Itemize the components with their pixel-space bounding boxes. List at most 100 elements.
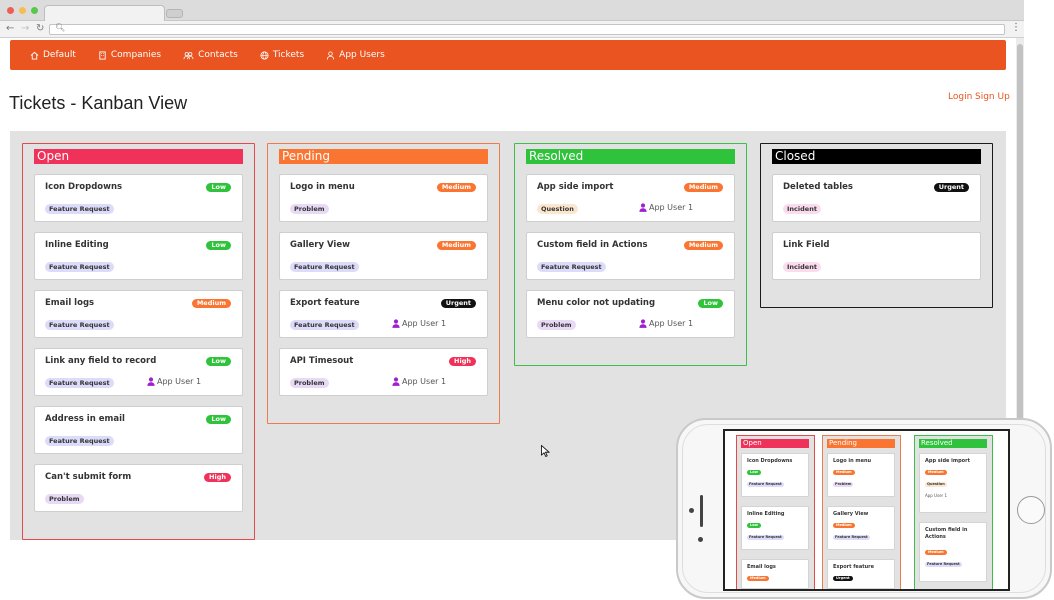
kanban-column-header: Open — [34, 149, 243, 164]
category-badge: Question — [537, 204, 578, 214]
phone-category-badge: Problem — [833, 482, 854, 487]
category-badge: Incident — [783, 204, 821, 214]
ticket-title: Gallery View — [290, 240, 350, 250]
category-badge: Feature Request — [290, 320, 359, 330]
user-icon — [327, 50, 335, 60]
priority-badge: Low — [206, 241, 231, 250]
phone-ticket-title: Gallery View — [833, 511, 869, 517]
nav-item-label: Contacts — [198, 50, 238, 60]
signup-link[interactable]: Sign Up — [975, 92, 1010, 102]
new-tab-button[interactable] — [166, 9, 183, 18]
category-badge: Feature Request — [45, 436, 114, 446]
phone-priority-badge: Medium — [925, 470, 947, 475]
category-badge: Problem — [537, 320, 576, 330]
priority-badge: Low — [698, 299, 723, 308]
ticket-title: Link Field — [783, 240, 830, 250]
nav-item-contacts[interactable]: Contacts — [183, 50, 238, 60]
priority-badge: High — [449, 357, 476, 366]
ticket-title: Can't submit form — [45, 472, 132, 482]
nav-item-app-users[interactable]: App Users — [326, 50, 385, 60]
assignee-name: App User 1 — [649, 319, 694, 328]
forward-arrow-icon[interactable]: → — [21, 22, 29, 36]
phone-ticket-title: Email logs — [747, 564, 776, 570]
assignee-name: App User 1 — [157, 377, 202, 386]
ticket-title: Menu color not updating — [537, 298, 656, 308]
nav-item-default[interactable]: Default — [30, 50, 76, 60]
ticket-card[interactable]: Link any field to record Low Feature Reque… — [34, 348, 243, 396]
ticket-card[interactable]: Custom field in Actions Medium Feature Req… — [526, 232, 735, 280]
ticket-title: Export feature — [290, 298, 360, 308]
ticket-card[interactable]: Link Field Incident — [772, 232, 981, 280]
phone-priority-badge: Medium — [833, 523, 855, 528]
phone-home-button — [1017, 496, 1045, 524]
category-badge: Incident — [783, 262, 821, 272]
phone-kanban-column-2: Resolved App side import Medium Question App… — [914, 435, 993, 589]
phone-priority-badge: Urgent — [833, 576, 853, 581]
ticket-title: Icon Dropdowns — [45, 182, 123, 192]
category-badge: Feature Request — [537, 262, 606, 272]
kanban-column-0: Open Icon Dropdowns Low Feature Request Inli… — [22, 143, 255, 540]
assignee-name: App User 1 — [649, 203, 694, 212]
ticket-card[interactable]: Gallery View Medium Feature Request — [279, 232, 488, 280]
phone-ticket-title: Custom field in Actions — [925, 527, 968, 540]
assignee: App User 1 — [392, 377, 446, 386]
ticket-card[interactable]: App side import Medium Question App User 1 — [526, 174, 735, 222]
category-badge: Problem — [45, 494, 84, 504]
phone-category-badge: Feature Request — [747, 482, 784, 487]
address-bar-row: ← → ↻ 🔍︎ ⋮ — [0, 21, 1024, 38]
reload-icon[interactable]: ↻ — [36, 22, 44, 36]
top-navbar: Default Companies Contacts Tickets App U… — [10, 40, 1006, 70]
phone-ticket-title: Inline Editing — [747, 511, 785, 517]
back-arrow-icon[interactable]: ← — [6, 22, 14, 36]
user-icon — [147, 377, 155, 386]
minimize-window-icon[interactable] — [19, 7, 26, 14]
kanban-column-2: Resolved App side import Medium Question App… — [514, 143, 747, 366]
priority-badge: Urgent — [440, 299, 476, 308]
maximize-window-icon[interactable] — [31, 7, 38, 14]
priority-badge: Medium — [436, 241, 476, 250]
ticket-card[interactable]: Deleted tables Urgent Incident — [772, 174, 981, 222]
phone-ticket-card: Custom field in Actions Medium Feature Req… — [919, 522, 987, 582]
user-icon — [392, 377, 400, 386]
phone-column-header: Open — [741, 439, 809, 448]
ticket-card[interactable]: Icon Dropdowns Low Feature Request — [34, 174, 243, 222]
phone-priority-badge: Medium — [747, 576, 769, 581]
phone-camera-dot — [689, 508, 694, 513]
browser-menu-icon[interactable]: ⋮ — [1011, 22, 1021, 33]
category-badge: Problem — [290, 378, 329, 388]
ticket-card[interactable]: Address in email Low Feature Request — [34, 406, 243, 454]
phone-ticket-card: Export feature Urgent — [827, 559, 895, 589]
ticket-card[interactable]: Logo in menu Medium Problem — [279, 174, 488, 222]
priority-badge: Low — [206, 357, 231, 366]
login-link[interactable]: Login — [948, 92, 972, 102]
phone-screen: Open Icon Dropdowns Low Feature Request Inli… — [723, 429, 1010, 591]
ticket-title: Email logs — [45, 298, 95, 308]
phone-speaker — [700, 495, 703, 527]
ticket-card[interactable]: API Timesout High Problem App User 1 — [279, 348, 488, 396]
phone-ticket-title: Logo in menu — [833, 458, 872, 464]
assignee: App User 1 — [392, 319, 446, 328]
ticket-card[interactable]: Export feature Urgent Feature Request App U… — [279, 290, 488, 338]
scrollbar-thumb[interactable] — [1017, 44, 1023, 423]
phone-kanban-column-1: Pending Logo in menu Medium Problem Gallery … — [822, 435, 901, 589]
nav-item-companies[interactable]: Companies — [98, 50, 161, 60]
ticket-title: Logo in menu — [290, 182, 355, 192]
ticket-card[interactable]: Email logs Medium Feature Request — [34, 290, 243, 338]
ticket-card[interactable]: Menu color not updating Low Problem App Use… — [526, 290, 735, 338]
phone-ticket-card: Logo in menu Medium Problem — [827, 453, 895, 497]
category-badge: Feature Request — [45, 378, 114, 388]
kanban-column-header: Closed — [772, 149, 981, 164]
ticket-title: App side import — [537, 182, 614, 192]
phone-category-badge: Question — [925, 482, 947, 487]
nav-item-tickets[interactable]: Tickets — [260, 50, 304, 60]
phone-preview: Open Icon Dropdowns Low Feature Request Inli… — [676, 418, 1052, 599]
phone-column-header: Resolved — [919, 439, 987, 448]
url-input[interactable]: 🔍︎ — [49, 23, 1005, 35]
ticket-card[interactable]: Inline Editing Low Feature Request — [34, 232, 243, 280]
ticket-card[interactable]: Can't submit form High Problem — [34, 464, 243, 512]
browser-tab[interactable] — [44, 5, 165, 22]
assignee: App User 1 — [639, 319, 693, 328]
ticket-title: Deleted tables — [783, 182, 853, 192]
priority-badge: Low — [206, 183, 231, 192]
close-window-icon[interactable] — [7, 7, 14, 14]
